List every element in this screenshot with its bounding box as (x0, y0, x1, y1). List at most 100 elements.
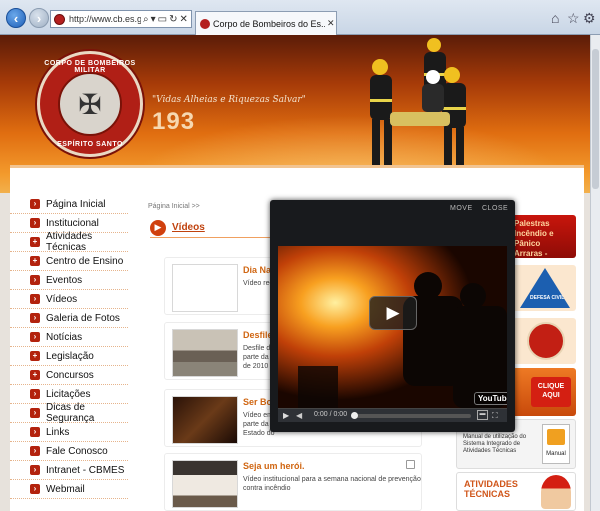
civil-defense-triangle-icon (520, 268, 570, 308)
sidebar-item-fale-conosco[interactable]: › Fale Conosco (10, 442, 128, 461)
video-thumbnail[interactable] (172, 264, 238, 312)
tab-close-icon[interactable]: ✕ (327, 18, 335, 29)
menu-bullet-icon: + (30, 370, 40, 380)
menu-bullet-icon: › (30, 389, 40, 399)
sidebar-item-label: Licitações (46, 388, 91, 400)
compatibility-icon[interactable]: ▭ (158, 14, 167, 25)
sidebar-item-intranet[interactable]: › Intranet - CBMES (10, 461, 128, 480)
atividades-title: ATIVIDADES TÉCNICAS (464, 479, 518, 499)
refresh-icon[interactable]: ↻ (169, 14, 177, 25)
settings-gear-icon[interactable]: ⚙ (583, 10, 596, 27)
sidebar-item-label: Galeria de Fotos (46, 312, 120, 324)
sidebar-item-galeria-de-fotos[interactable]: › Galeria de Fotos (10, 309, 128, 328)
forward-button[interactable]: › (29, 8, 49, 28)
sidebar-item-label: Legislação (46, 350, 94, 362)
video-title[interactable]: Seja um herói. (243, 461, 305, 471)
video-thumbnail[interactable] (172, 329, 238, 377)
sidebar-item-videos[interactable]: › Vídeos (10, 290, 128, 309)
video-frame[interactable]: ▶ YouTube (278, 246, 507, 408)
sidebar-item-label: Dicas de Segurança (46, 402, 95, 424)
close-button[interactable]: CLOSE (482, 205, 508, 212)
page-scrollbar[interactable] (590, 35, 600, 511)
address-url[interactable]: http://www.cb.es.gov.br/cc (69, 14, 141, 24)
menu-bullet-icon: › (30, 275, 40, 285)
share-icon[interactable] (406, 460, 415, 469)
manual-document-icon: Manual (542, 424, 570, 464)
manual-cover-icon (547, 429, 565, 445)
menu-bullet-icon: › (30, 465, 40, 475)
sidebar-item-webmail[interactable]: › Webmail (10, 480, 128, 499)
stop-icon[interactable]: ✕ (179, 14, 187, 25)
play-control-icon[interactable]: ▶ (283, 411, 289, 420)
sidebar-item-label: Links (46, 426, 70, 438)
sidebar-item-pagina-inicial[interactable]: › Página Inicial (10, 195, 128, 214)
sidebar-item-concursos[interactable]: + Concursos (10, 366, 128, 385)
banner-palestras-text: Palestras Incêndio e Pânico Arraras - Es… (514, 219, 554, 258)
breadcrumb[interactable]: Página Inicial >> (148, 203, 200, 210)
volume-icon[interactable]: ◀ (296, 411, 302, 420)
video-thumbnail[interactable] (172, 396, 238, 444)
player-size-icon[interactable]: ▬ (477, 410, 488, 420)
sidebar-item-label: Fale Conosco (46, 445, 108, 457)
sidebar-item-legislacao[interactable]: + Legislação (10, 347, 128, 366)
back-button[interactable]: ‹ (6, 8, 26, 28)
progress-scrubber[interactable] (351, 412, 358, 419)
youtube-logo[interactable]: YouTube (474, 392, 507, 405)
banner-atividades-tecnicas[interactable]: ATIVIDADES TÉCNICAS (456, 472, 576, 511)
emblem-crest-icon: ✠ (58, 72, 122, 136)
video-card[interactable]: Seja um herói. Vídeo institucional para … (164, 453, 422, 511)
sidebar-item-label: Centro de Ensino (46, 255, 124, 267)
header-slogan: "Vidas Alheias e Riquezas Salvar" (152, 95, 306, 105)
menu-bullet-icon: › (30, 408, 40, 418)
sidebar-item-label: Institucional (46, 217, 99, 229)
section-title[interactable]: Vídeos (172, 222, 205, 233)
fire-department-emblem[interactable]: CORPO DE BOMBEIROS MILITAR ✠ ESPÍRITO SA… (37, 51, 143, 157)
manual-label: Manual (546, 451, 566, 457)
move-button[interactable]: MOVE (450, 205, 473, 212)
browser-toolbar: ‹ › http://www.cb.es.gov.br/cc ⌕ ▾ ▭ ↻ ✕… (0, 0, 600, 35)
sidebar-item-links[interactable]: › Links (10, 423, 128, 442)
firefighter-figure (370, 59, 392, 174)
sidebar-item-dicas-de-seguranca[interactable]: › Dicas de Segurança (10, 402, 128, 424)
menu-bullet-icon: + (30, 237, 40, 247)
sidebar-item-centro-de-ensino[interactable]: + Centro de Ensino (10, 252, 128, 271)
menu-bullet-icon: › (30, 427, 40, 437)
time-display: 0:00 / 0:00 (314, 411, 348, 418)
player-header: MOVE CLOSE (270, 200, 515, 218)
video-thumbnail[interactable] (172, 460, 238, 508)
sidebar-menu: › Página Inicial › Institucional + Atividad… (10, 195, 128, 499)
dropdown-arrow-icon[interactable]: ▾ (151, 14, 156, 25)
fullscreen-icon[interactable]: ⛶ (492, 411, 498, 421)
browser-tab[interactable]: Corpo de Bombeiros do Es... ✕ (195, 11, 337, 35)
address-bar[interactable]: http://www.cb.es.gov.br/cc ⌕ ▾ ▭ ↻ ✕ (50, 10, 192, 28)
menu-bullet-icon: + (30, 256, 40, 266)
clique-aqui-button[interactable]: CLIQUE AQUI (531, 377, 571, 407)
sidebar-item-atividades-tecnicas[interactable]: + Atividades Técnicas (10, 231, 128, 253)
emblem-bottom-text: ESPÍRITO SANTO (57, 141, 123, 148)
menu-bullet-icon: › (30, 484, 40, 494)
menu-bullet-icon: › (30, 218, 40, 228)
menu-bullet-icon: › (30, 294, 40, 304)
banner-defesa-civil-text: DEFESA CIVIL (530, 295, 565, 301)
progress-bar[interactable] (351, 412, 471, 419)
scrollbar-thumb[interactable] (592, 49, 599, 189)
video-description: Vídeo institucional para a semana nacion… (243, 476, 421, 492)
home-icon[interactable]: ⌂ (551, 10, 559, 26)
player-controls: ▶ ◀ 0:00 / 0:00 ▬ ⛶ (278, 408, 507, 422)
favorites-star-icon[interactable]: ☆ (567, 10, 580, 27)
tab-title: Corpo de Bombeiros do Es... (213, 18, 325, 29)
sidebar-item-label: Webmail (46, 483, 85, 495)
sidebar-item-label: Intranet - CBMES (46, 464, 125, 476)
sidebar-item-label: Notícias (46, 331, 83, 343)
sidebar-item-label: Atividades Técnicas (46, 231, 93, 253)
manual-description: Manual de utilização do Sistema Integrad… (463, 434, 527, 454)
fire-department-seal-icon (527, 322, 565, 360)
sidebar-item-noticias[interactable]: › Notícias (10, 328, 128, 347)
menu-bullet-icon: › (30, 446, 40, 456)
sidebar-item-eventos[interactable]: › Eventos (10, 271, 128, 290)
emergency-number: 193 (152, 108, 196, 135)
search-icon[interactable]: ⌕ (143, 14, 149, 25)
section-heading: ▶ Vídeos (150, 218, 275, 238)
video-player-popup[interactable]: MOVE CLOSE ▶ YouTube ▶ ◀ 0:00 / 0:00 (270, 200, 515, 432)
play-button[interactable]: ▶ (369, 296, 417, 330)
